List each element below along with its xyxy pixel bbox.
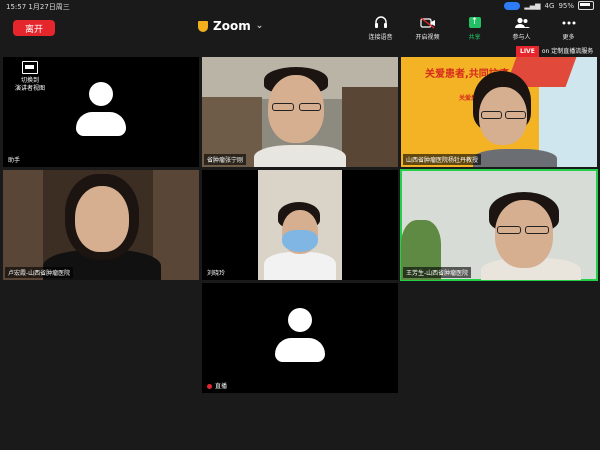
video-tile-wang-active-speaker[interactable]: 王芳生-山西省肿瘤医院 [400, 169, 598, 281]
status-date: 1月27日周三 [28, 3, 70, 11]
signal-icon: ▂▄▆ [524, 1, 541, 10]
toolbar-tools: 连接语音 开启视频 ↑ 共享 参与人 更多 [357, 15, 592, 41]
participants-label: 参与人 [512, 34, 531, 41]
meeting-toolbar: 离开 Zoom ⌄ 连接语音 开启视频 ↑ 共享 参与人 更多 [0, 12, 600, 42]
connect-audio-label: 连接语音 [368, 34, 393, 41]
meeting-title-text: Zoom [213, 19, 251, 33]
status-network: 4G [544, 1, 555, 10]
participants-icon [514, 15, 530, 30]
call-pill-icon [504, 1, 521, 10]
bookshelf-left [3, 170, 43, 280]
start-video-label: 开启视频 [415, 34, 440, 41]
avatar-placeholder-icon [76, 82, 126, 140]
chevron-down-icon: ⌄ [255, 21, 264, 31]
status-time: 15:57 [6, 3, 27, 11]
participant-name-tag: 王芳生-山西省肿瘤医院 [403, 267, 472, 278]
muted-mic-icon [207, 384, 212, 389]
switch-speaker-view-button[interactable]: 切换到 演讲者视图 [7, 61, 53, 93]
participant-name-tag: 山西省肿瘤医院杨牡丹教授 [403, 154, 482, 165]
share-screen-button[interactable]: ↑ 共享 [451, 15, 498, 41]
status-right: ▂▄▆ 4G 95% [504, 1, 594, 10]
share-screen-icon: ↑ [468, 17, 481, 28]
video-tile-yang[interactable]: 关爱患者,共同抗癌 关爱患者 · 呵 山西省肿瘤医院杨牡丹教授 [401, 57, 597, 167]
video-tile-liu[interactable]: 刘晓玲 [202, 170, 398, 280]
participants-button[interactable]: 参与人 [498, 15, 545, 41]
video-off-icon [419, 15, 436, 30]
avatar-placeholder-icon [275, 308, 325, 366]
status-bar: 15:57 1月27日周三 ▂▄▆ 4G 95% [0, 0, 600, 12]
more-button[interactable]: 更多 [545, 15, 592, 41]
participant-name-tag: 省肿瘤张宁刚 [204, 154, 247, 165]
more-icon [562, 15, 576, 30]
participant-name-tag: 卢宏霞-山西省肿瘤医院 [5, 267, 74, 278]
share-screen-label: 共享 [468, 34, 481, 41]
status-left: 15:57 1月27日周三 [6, 2, 70, 12]
video-tile-lu[interactable]: 卢宏霞-山西省肿瘤医院 [3, 170, 199, 280]
security-shield-icon [198, 20, 208, 32]
participant-name-tag: 直播 [204, 380, 231, 391]
connect-audio-button[interactable]: 连接语音 [357, 15, 404, 41]
video-tile-zhang[interactable]: 省肿瘤张宁刚 [202, 57, 398, 167]
meeting-title[interactable]: Zoom ⌄ [198, 19, 263, 33]
status-battery: 95% [558, 1, 574, 10]
more-label: 更多 [562, 34, 575, 41]
leave-button[interactable]: 离开 [13, 20, 55, 36]
speaker-view-icon [22, 61, 38, 74]
video-tile-assistant[interactable]: 切换到 演讲者视图 助手 [3, 57, 199, 167]
headphones-icon [374, 15, 388, 30]
switch-view-line2: 演讲者视图 [14, 85, 45, 92]
start-video-button[interactable]: 开启视频 [404, 15, 451, 41]
participant-name-text: 直播 [215, 383, 228, 390]
cabinet-background [342, 87, 398, 167]
battery-icon [578, 1, 594, 10]
participant-name-tag: 助手 [5, 154, 24, 165]
video-tile-live[interactable]: 直播 [202, 283, 398, 393]
participant-name-tag: 刘晓玲 [204, 267, 229, 278]
switch-view-line1: 切换到 [20, 77, 39, 84]
